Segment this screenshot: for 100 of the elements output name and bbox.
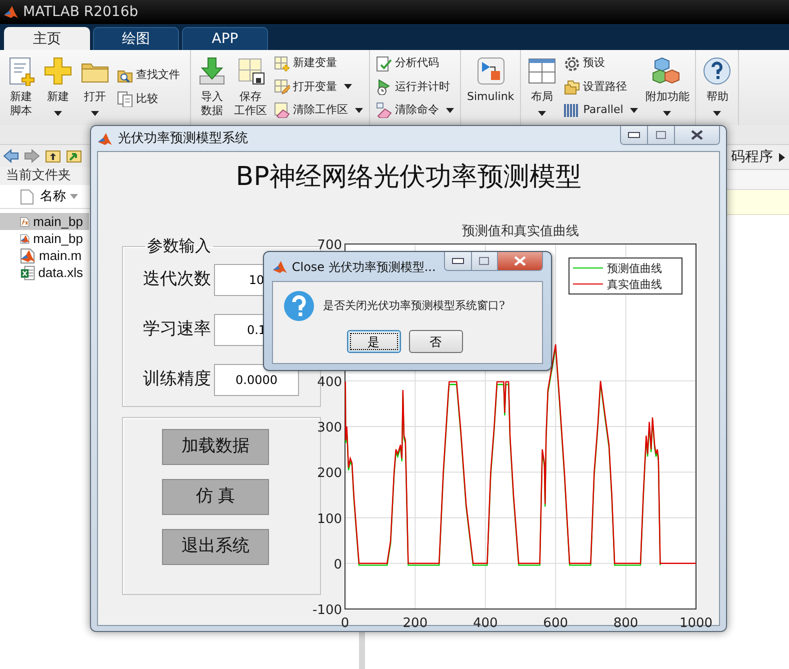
caret-icon — [538, 111, 546, 116]
tick-label: 400 — [472, 616, 498, 631]
eraser-icon — [376, 102, 392, 118]
plus-icon — [43, 56, 73, 86]
play-clock-icon — [376, 78, 392, 95]
matlab-logo-icon — [3, 4, 19, 20]
tick-label: 400 — [317, 374, 342, 390]
tick-label: 0 — [340, 616, 350, 631]
ribbon-button[interactable]: 打开 — [80, 53, 110, 125]
action-button[interactable]: 仿 真 — [162, 479, 269, 515]
back-button[interactable] — [3, 149, 19, 163]
ribbon-button[interactable]: 分析代码 — [376, 53, 454, 74]
panel-legend: 参数输入 — [145, 237, 213, 255]
legend-label: 预测值曲线 — [607, 262, 662, 275]
browse-button[interactable] — [66, 149, 82, 163]
ribbon-button[interactable]: 新建 — [43, 53, 73, 125]
ribbon-button[interactable]: 设置路径 — [564, 76, 638, 98]
matlab-logo-icon — [97, 130, 113, 146]
close-icon — [514, 256, 526, 266]
minimize-button[interactable] — [444, 252, 472, 270]
tick-label: 200 — [317, 466, 342, 482]
cubes-icon — [652, 56, 682, 86]
ribbon-button[interactable]: 预设 — [564, 53, 638, 74]
block-diagram-icon — [476, 56, 506, 86]
tick-label: 0 — [334, 557, 342, 572]
document-icon — [20, 188, 34, 204]
table-pencil-icon — [274, 78, 290, 95]
dialog-button[interactable]: 否 — [408, 330, 462, 353]
action-button[interactable]: 加载数据 — [162, 429, 269, 465]
legend-label: 真实值曲线 — [607, 278, 662, 291]
tick-label: 300 — [317, 420, 342, 436]
ribbon-tab[interactable]: 绘图 — [93, 27, 179, 50]
ribbon-button[interactable]: 帮助 — [702, 53, 732, 125]
folders-icon — [564, 78, 580, 95]
ribbon-tab[interactable]: APP — [182, 27, 268, 50]
ribbon-button[interactable]: Simulink — [467, 53, 514, 125]
table-plus-icon — [274, 56, 290, 72]
maximize-button[interactable] — [648, 126, 675, 144]
document-check-icon — [376, 56, 392, 72]
ribbon-button[interactable]: 清除工作区 — [274, 100, 363, 121]
column-header[interactable]: 名称 — [40, 186, 78, 206]
right-arrow-icon — [24, 149, 40, 163]
close-button[interactable] — [675, 126, 719, 144]
panel-title: 当前文件夹 — [6, 167, 71, 186]
close-button[interactable] — [498, 252, 542, 270]
maximize-button[interactable] — [472, 252, 498, 270]
dialog-message: 是否关闭光伏功率预测模型系统窗口? — [323, 298, 505, 314]
caret-icon — [663, 111, 672, 116]
maximize-icon — [656, 131, 666, 139]
file-item[interactable]: main_bp — [0, 230, 89, 247]
ribbon-button[interactable]: 比较 — [117, 88, 184, 110]
maximize-icon — [479, 257, 490, 265]
ribbon-button[interactable]: 附加功能 — [645, 53, 690, 125]
minimize-button[interactable] — [621, 126, 648, 144]
matlab-logo-icon — [272, 258, 288, 274]
ribbon-button[interactable]: 导入 数据 — [197, 53, 227, 125]
breadcrumb-item[interactable]: 码程序 — [731, 146, 773, 168]
layout-icon — [527, 56, 558, 86]
tick-label: 100 — [317, 512, 342, 527]
caret-icon — [355, 108, 363, 113]
eraser-icon — [274, 102, 290, 118]
bars-icon — [564, 102, 580, 118]
ribbon-button[interactable]: 新建 脚本 — [6, 53, 36, 125]
chart-title: 预测值和真实值曲线 — [462, 224, 579, 239]
dialog-button[interactable]: 是 — [346, 330, 400, 353]
forward-button[interactable] — [24, 149, 40, 163]
action-button[interactable]: 退出系统 — [162, 529, 269, 565]
tick-label: -100 — [312, 603, 342, 618]
up-folder-button[interactable] — [45, 149, 61, 163]
field-label: 迭代次数 — [143, 268, 212, 292]
file-item[interactable]: data.xls — [0, 264, 89, 281]
left-arrow-icon — [3, 149, 19, 163]
question-icon — [283, 290, 315, 322]
ribbon-button[interactable]: 新建变量 — [274, 53, 363, 74]
window-title: MATLAB R2016b — [23, 2, 138, 22]
ribbon-button[interactable]: 查找文件 — [117, 64, 184, 86]
ribbon-button[interactable]: 运行并计时 — [376, 76, 454, 98]
caret-icon — [344, 84, 352, 90]
input-field[interactable]: 0.0000 — [214, 364, 299, 396]
minimize-icon — [628, 132, 640, 138]
ribbon-button[interactable]: 布局 — [527, 53, 558, 125]
ribbon-button[interactable]: 清除命令 — [376, 100, 454, 121]
caret-icon — [54, 111, 62, 116]
window-title: 光伏功率预测模型系统 — [118, 130, 248, 148]
documents-icon — [117, 91, 133, 107]
spreadsheet-icon — [20, 264, 36, 280]
caret-icon — [713, 111, 722, 116]
tick-label: 700 — [317, 238, 342, 253]
tick-label: 200 — [402, 616, 428, 631]
app-heading: BP神经网络光伏功率预测模型 — [236, 161, 582, 194]
import-icon — [197, 56, 227, 86]
ribbon-button[interactable]: Parallel — [564, 100, 638, 121]
save-workspace-icon — [236, 56, 266, 86]
ribbon-button[interactable]: 保存 工作区 — [234, 53, 267, 125]
file-item[interactable]: main_bp — [0, 213, 89, 230]
close-icon — [691, 130, 703, 140]
file-item[interactable]: main.m — [0, 247, 89, 264]
ribbon-tab[interactable]: 主页 — [4, 27, 90, 50]
ribbon-button[interactable]: 打开变量 — [274, 76, 363, 98]
field-label: 训练精度 — [143, 368, 212, 392]
